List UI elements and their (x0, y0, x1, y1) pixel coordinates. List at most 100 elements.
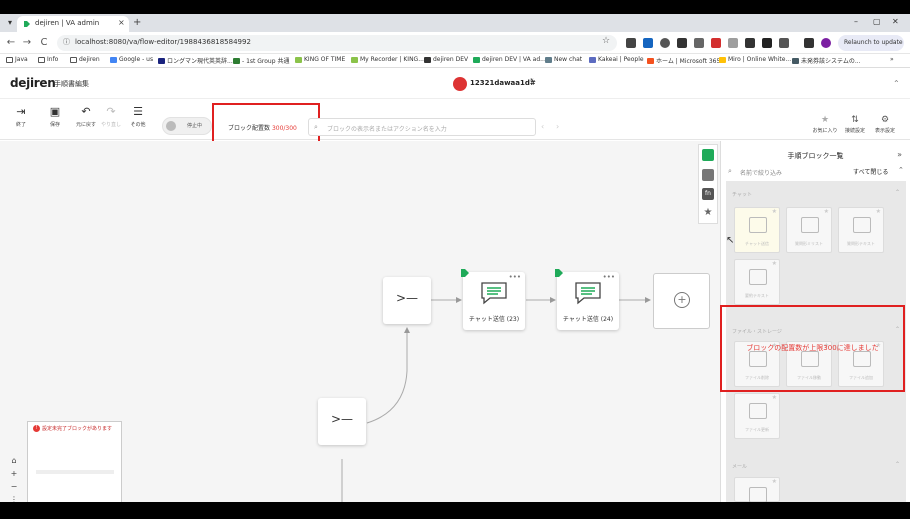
redo-button[interactable]: ↷ やり直し (96, 104, 126, 136)
zoom-out-button[interactable]: − (7, 481, 21, 493)
section-header-chat[interactable]: チャット (732, 191, 752, 198)
bookmark-item[interactable]: dejiren DEV (424, 56, 468, 63)
block-card[interactable]: ★ 質問形テキスト (838, 207, 884, 253)
extension-icon[interactable] (711, 38, 721, 48)
section-header-mail[interactable]: メール (732, 463, 747, 470)
star-icon[interactable]: ★ (772, 394, 777, 401)
bookmark-item[interactable]: Info (38, 56, 58, 63)
more-bookmarks-icon[interactable]: » (890, 56, 894, 63)
save-button[interactable]: ▣ 保存 (40, 104, 70, 136)
chevron-up-icon[interactable]: ⌃ (895, 461, 900, 468)
star-icon[interactable]: ★ (824, 208, 829, 215)
star-icon[interactable]: ★ (772, 208, 777, 215)
reload-button[interactable]: C (37, 36, 51, 50)
flow-canvas[interactable]: >— >— ••• チャット送信 (23) ••• チャット送信 (24) + … (0, 141, 720, 502)
relaunch-button[interactable]: Relaunch to update (838, 35, 904, 51)
panel-collapse-icon[interactable]: » (897, 150, 902, 159)
bookmark-item[interactable]: New chat (545, 56, 582, 63)
cube-icon[interactable] (702, 149, 714, 161)
bookmark-item[interactable]: Miro | Online White... (719, 56, 791, 63)
chat-icon (575, 282, 601, 305)
forward-button[interactable]: → (20, 36, 34, 50)
block-card[interactable]: ★ (734, 477, 780, 502)
node-menu-icon[interactable]: ••• (603, 273, 615, 281)
chevron-up-icon[interactable]: ⌃ (898, 166, 904, 174)
action-search-input[interactable]: ⌕ ブロックの表示名またはアクション名を入力 (308, 118, 536, 136)
star-icon[interactable]: ★ (876, 208, 881, 215)
block-card[interactable]: ★ チャット送信 (734, 207, 780, 253)
minimap-panel[interactable]: ! 設定未完了ブロックがあります (27, 421, 122, 502)
bookmark-star-icon[interactable]: ☆ (602, 36, 610, 46)
extension-icon[interactable] (728, 38, 738, 48)
node-menu-icon[interactable]: ••• (509, 273, 521, 281)
site-info-icon[interactable]: ⓘ (63, 37, 73, 47)
bookmark-item[interactable]: Google - us (110, 56, 153, 63)
extension-icon[interactable] (762, 38, 772, 48)
bookmark-item[interactable]: Kakeai | People (589, 56, 644, 63)
close-window-button[interactable]: ✕ (892, 17, 899, 26)
block-card[interactable]: ★ 質問形ミリスト (786, 207, 832, 253)
bookmark-item[interactable]: dejiren (70, 56, 100, 63)
chat-icon (749, 217, 767, 233)
bookmark-item[interactable]: My Recorder | KING... (351, 56, 424, 63)
chat-send-node[interactable]: ••• チャット送信 (23) (461, 269, 525, 330)
more-button[interactable]: ☰ その他 (123, 104, 153, 136)
bookmark-item[interactable]: dejiren DEV | VA ad... (473, 56, 546, 63)
exit-button[interactable]: ⇥ 終了 (6, 104, 36, 136)
extension-icon[interactable] (626, 38, 636, 48)
favorites-button[interactable]: ★ お気に入り (808, 115, 842, 134)
redo-icon: ↷ (106, 105, 116, 118)
tab-search-icon[interactable]: ▾ (4, 17, 16, 29)
bookmark-item[interactable]: - 1st Group 共通 (233, 56, 289, 65)
extension-icon[interactable] (660, 38, 670, 48)
search-icon: ⌕ (314, 123, 318, 131)
bookmark-item[interactable]: ホーム | Microsoft 365 (647, 56, 720, 65)
function-icon[interactable]: fn (702, 188, 714, 200)
sidebar-icon[interactable] (804, 38, 814, 48)
chat-send-node[interactable]: ••• チャット送信 (24) (555, 269, 619, 330)
extension-icon[interactable] (745, 38, 755, 48)
star-icon[interactable]: ★ (772, 478, 777, 485)
puzzle-icon[interactable] (702, 169, 714, 181)
unsaved-mark: * (530, 77, 534, 85)
folder-icon (70, 56, 77, 63)
extension-icon[interactable] (694, 38, 704, 48)
tab-active[interactable]: dejiren | VA admin × (17, 16, 129, 32)
url-bar[interactable]: ⓘ localhost:8080/va/flow-editor/19884368… (57, 35, 617, 51)
extension-icon[interactable] (677, 38, 687, 48)
bookmark-item[interactable]: 未発券該システムの... (792, 56, 861, 65)
puzzle-icon[interactable] (779, 38, 789, 48)
star-icon[interactable]: ★ (772, 260, 777, 267)
bookmark-item[interactable]: ロングマン現代英英辞... (158, 56, 233, 65)
tab-close-icon[interactable]: × (118, 18, 125, 27)
bookmark-item[interactable]: Java (6, 56, 28, 63)
star-icon[interactable]: ★ (702, 207, 714, 219)
display-settings-button[interactable]: ⚙ 表示設定 (868, 115, 902, 134)
back-button[interactable]: ← (4, 36, 18, 50)
add-block-node[interactable]: + (653, 273, 710, 329)
chevron-up-icon[interactable]: ⌃ (895, 189, 900, 196)
zoom-in-button[interactable]: + (7, 468, 21, 480)
collapse-header-icon[interactable]: ⌃ (893, 79, 900, 88)
minimize-button[interactable]: – (854, 17, 858, 26)
drag-handle-icon[interactable]: ⋮ (7, 494, 21, 502)
previous-result-icon[interactable]: ‹ (541, 122, 544, 131)
maximize-button[interactable]: ▢ (873, 17, 881, 26)
run-toggle[interactable]: 停止中 (162, 117, 212, 135)
add-circle-icon: + (674, 292, 690, 308)
bookmark-item[interactable]: KING OF TIME (295, 56, 345, 63)
connection-settings-button[interactable]: ⇅ 接続設定 (838, 115, 872, 134)
profile-avatar[interactable] (821, 38, 831, 48)
extension-icon[interactable] (643, 38, 653, 48)
merge-node[interactable]: >— (383, 277, 431, 324)
next-result-icon[interactable]: › (556, 122, 559, 131)
block-card[interactable]: ★ 要約テキスト (734, 259, 780, 305)
fit-home-button[interactable]: ⌂ (7, 455, 21, 467)
flow-name[interactable]: 12321dawaa1d# (470, 79, 536, 87)
block-card[interactable]: ★ ファイル更新 (734, 393, 780, 439)
block-filter-input[interactable]: ⌕ 名前で絞り込み (726, 165, 846, 179)
new-tab-button[interactable]: + (133, 17, 141, 29)
dejiren-favicon-icon (24, 21, 30, 27)
close-all-button[interactable]: すべて閉じる (853, 167, 888, 176)
merge-node[interactable]: >— (318, 398, 366, 445)
